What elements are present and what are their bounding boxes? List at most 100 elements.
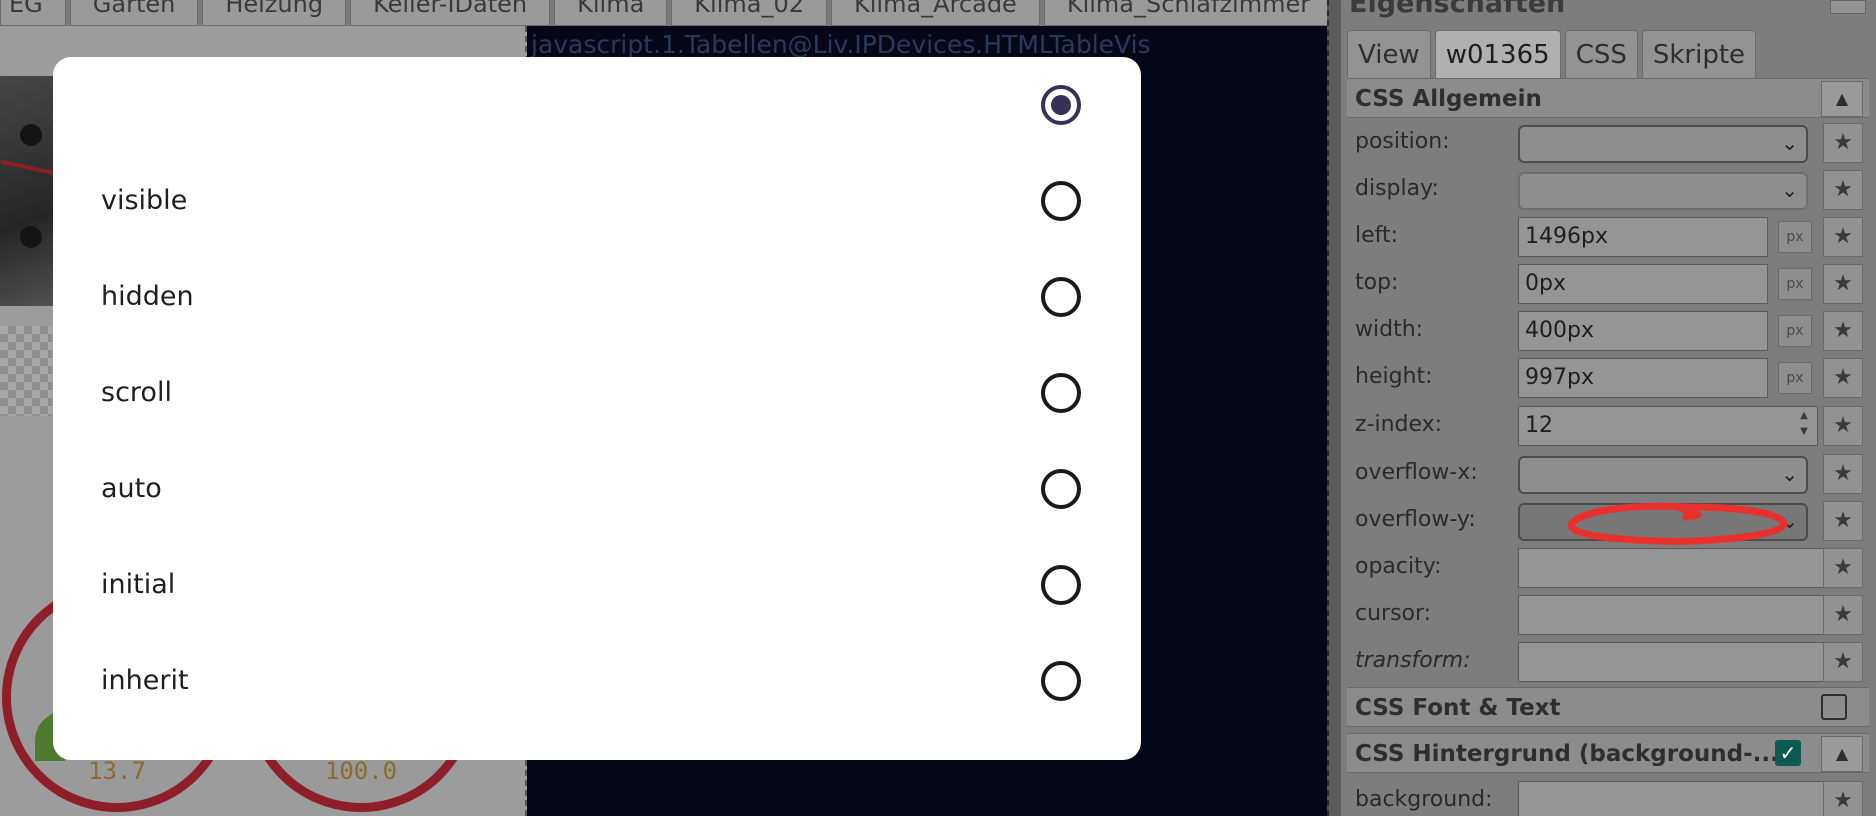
left-input[interactable]: 1496px [1518, 217, 1768, 257]
radio-unselected-icon[interactable] [1041, 565, 1081, 605]
background-input[interactable] [1518, 781, 1824, 816]
star-icon[interactable]: ★ [1823, 264, 1863, 304]
tab-css[interactable]: CSS [1564, 30, 1638, 78]
page-tab[interactable]: Klima_Arcade [831, 0, 1040, 26]
prop-label: position: [1355, 129, 1450, 154]
star-icon[interactable]: ★ [1823, 123, 1863, 163]
star-icon[interactable]: ★ [1823, 406, 1863, 446]
overflow-y-select[interactable]: ⌄ [1518, 503, 1808, 541]
option-label: hidden [101, 281, 194, 312]
unit-button[interactable]: px [1778, 221, 1812, 253]
display-select[interactable]: ⌄ [1518, 172, 1808, 210]
radio-unselected-icon[interactable] [1041, 277, 1081, 317]
triangle-up-icon[interactable]: ▲ [1821, 81, 1863, 117]
prop-label: overflow-x: [1355, 460, 1478, 485]
unit-button[interactable]: px [1778, 268, 1812, 300]
radio-unselected-icon[interactable] [1041, 373, 1081, 413]
triangle-up-icon[interactable]: ▲ [1821, 736, 1863, 772]
properties-tabs: View w01365 CSS Skripte [1347, 30, 1757, 78]
chevron-down-icon: ⌄ [1781, 509, 1798, 533]
width-input[interactable]: 400px [1518, 311, 1768, 351]
collapse-icon[interactable] [1830, 0, 1866, 14]
section-css-general[interactable]: CSS Allgemein ▲ [1347, 78, 1869, 118]
widget-binding-label: javascript.1.Tabellen@Liv.IPDevices.HTML… [531, 30, 1151, 59]
page-tab[interactable]: Keller-IDaten [350, 0, 551, 26]
prop-label: transform: [1355, 648, 1471, 673]
checkmark-icon[interactable]: ✓ [1775, 740, 1801, 766]
page-tab[interactable]: Klima_02 [671, 0, 827, 26]
option-visible[interactable]: visible [53, 153, 1141, 249]
prop-row-width: width: 400px px ★ [1347, 307, 1869, 354]
unit-button[interactable]: px [1778, 362, 1812, 394]
page-tab[interactable]: Klima [554, 0, 668, 26]
properties-panel: Eigenschaften View w01365 CSS Skripte CS… [1341, 0, 1876, 816]
star-icon[interactable]: ★ [1823, 358, 1863, 398]
star-icon[interactable]: ★ [1823, 170, 1863, 210]
option-auto[interactable]: auto [53, 441, 1141, 537]
position-select[interactable]: ⌄ [1518, 125, 1808, 163]
radio-unselected-icon[interactable] [1041, 181, 1081, 221]
option-label: visible [101, 185, 188, 216]
option-label: initial [101, 569, 176, 600]
option-scroll[interactable]: scroll [53, 345, 1141, 441]
section-title: CSS Allgemein [1355, 86, 1542, 112]
option-label: inherit [101, 665, 189, 696]
star-icon[interactable]: ★ [1823, 595, 1863, 635]
spinner-arrows-icon[interactable]: ▲ ▼ [1792, 408, 1816, 446]
page-tab[interactable]: EG [0, 0, 66, 26]
tab-view[interactable]: View [1347, 30, 1431, 78]
tab-widget[interactable]: w01365 [1434, 30, 1561, 78]
option-inherit[interactable]: inherit [53, 633, 1141, 729]
prop-label: z-index: [1355, 412, 1443, 437]
cursor-input[interactable] [1518, 595, 1824, 635]
section-checkbox[interactable] [1821, 694, 1847, 720]
section-css-background[interactable]: CSS Hintergrund (background-...) ✓ ▲ [1347, 733, 1869, 773]
star-icon[interactable]: ★ [1823, 454, 1863, 494]
gauge-value: 13.7 [88, 757, 146, 785]
overflow-x-select[interactable]: ⌄ [1518, 456, 1808, 494]
transform-input[interactable] [1518, 642, 1824, 682]
overflow-options-dialog: visible hidden scroll auto initial inher… [53, 57, 1141, 760]
panel-resize-handle[interactable] [1327, 0, 1341, 816]
option-hidden[interactable]: hidden [53, 249, 1141, 345]
radio-unselected-icon[interactable] [1041, 661, 1081, 701]
prop-label: display: [1355, 176, 1439, 201]
star-icon[interactable]: ★ [1823, 642, 1863, 682]
page-tab[interactable]: Klima_Schlafzimmer [1043, 0, 1334, 26]
prop-label: width: [1355, 317, 1424, 342]
option-initial[interactable]: initial [53, 537, 1141, 633]
chevron-down-icon: ⌄ [1781, 462, 1798, 486]
prop-row-background: background: ★ [1347, 777, 1869, 816]
radio-unselected-icon[interactable] [1041, 469, 1081, 509]
prop-row-left: left: 1496px px ★ [1347, 213, 1869, 260]
height-input[interactable]: 997px [1518, 358, 1768, 398]
section-title: CSS Hintergrund (background-...) [1355, 741, 1790, 767]
star-icon[interactable]: ★ [1823, 781, 1863, 816]
page-tab[interactable]: Garten [69, 0, 199, 26]
prop-row-cursor: cursor: ★ [1347, 591, 1869, 638]
prop-label: top: [1355, 270, 1399, 295]
section-title: CSS Font & Text [1355, 695, 1561, 721]
star-icon[interactable]: ★ [1823, 217, 1863, 257]
unit-button[interactable]: px [1778, 315, 1812, 347]
section-css-font[interactable]: CSS Font & Text [1347, 687, 1869, 727]
prop-label: overflow-y: [1355, 507, 1476, 532]
star-icon[interactable]: ★ [1823, 311, 1863, 351]
prop-label: left: [1355, 223, 1399, 248]
opacity-input[interactable] [1518, 548, 1824, 588]
star-icon[interactable]: ★ [1823, 548, 1863, 588]
prop-row-position: position: ⌄ ★ [1347, 119, 1869, 166]
prop-label: opacity: [1355, 554, 1442, 579]
top-input[interactable]: 0px [1518, 264, 1768, 304]
tab-scripts[interactable]: Skripte [1641, 30, 1757, 78]
star-icon[interactable]: ★ [1823, 501, 1863, 541]
option-empty[interactable] [53, 57, 1141, 153]
radio-selected-icon[interactable] [1041, 85, 1081, 125]
page-tab[interactable]: Heizung [202, 0, 347, 26]
transparency-pattern [0, 326, 52, 416]
prop-label: background: [1355, 787, 1493, 812]
prop-row-opacity: opacity: ★ [1347, 544, 1869, 591]
prop-row-transform: transform: ★ [1347, 638, 1869, 685]
prop-label: cursor: [1355, 601, 1432, 626]
z-index-input[interactable]: 12 [1518, 406, 1818, 446]
